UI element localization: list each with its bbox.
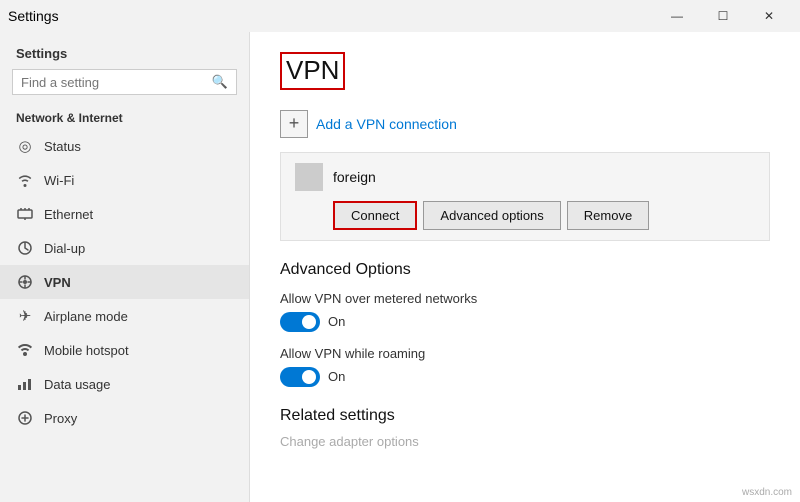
toggle-roaming[interactable] [280, 367, 320, 387]
toggle-row-roaming: On [280, 367, 770, 387]
sidebar-item-proxy[interactable]: Proxy [0, 401, 249, 435]
title-bar-title: Settings [8, 8, 59, 24]
sidebar-item-label-dialup: Dial-up [44, 241, 85, 256]
advanced-options-button[interactable]: Advanced options [423, 201, 560, 230]
vpn-card-buttons: Connect Advanced options Remove [333, 201, 755, 230]
sidebar-item-ethernet[interactable]: Ethernet [0, 197, 249, 231]
sidebar-item-label-hotspot: Mobile hotspot [44, 343, 129, 358]
sidebar-item-hotspot[interactable]: Mobile hotspot [0, 333, 249, 367]
remove-button[interactable]: Remove [567, 201, 649, 230]
toggle-roaming-label: On [328, 369, 345, 384]
connect-button[interactable]: Connect [333, 201, 417, 230]
sidebar-item-airplane[interactable]: ✈ Airplane mode [0, 299, 249, 333]
app-body: Settings 🔍 Network & Internet ◎ Status W… [0, 32, 800, 502]
sidebar-item-label-wifi: Wi-Fi [44, 173, 74, 188]
search-icon: 🔍 [212, 74, 228, 90]
title-bar-left: Settings [8, 8, 59, 24]
minimize-button[interactable]: — [654, 0, 700, 32]
option-roaming-label: Allow VPN while roaming [280, 346, 770, 361]
sidebar-item-datausage[interactable]: Data usage [0, 367, 249, 401]
sidebar-section-label: Network & Internet [0, 105, 249, 129]
title-bar: Settings — ☐ ✕ [0, 0, 800, 32]
sidebar-item-label-ethernet: Ethernet [44, 207, 93, 222]
add-vpn-row[interactable]: + Add a VPN connection [280, 110, 770, 138]
airplane-icon: ✈ [16, 307, 34, 325]
vpn-card-icon [295, 163, 323, 191]
change-adapter-link[interactable]: Change adapter options [280, 434, 419, 449]
add-vpn-label[interactable]: Add a VPN connection [316, 116, 457, 132]
main-content: VPN + Add a VPN connection foreign Conne… [250, 32, 800, 502]
ethernet-icon [16, 205, 34, 223]
sidebar-item-label-airplane: Airplane mode [44, 309, 128, 324]
vpn-icon [16, 273, 34, 291]
search-box[interactable]: 🔍 [12, 69, 237, 95]
sidebar-header: Settings [0, 32, 249, 69]
title-bar-controls: — ☐ ✕ [654, 0, 792, 32]
sidebar-item-label-vpn: VPN [44, 275, 71, 290]
hotspot-icon [16, 341, 34, 359]
vpn-card-name: foreign [333, 169, 376, 185]
sidebar-item-label-status: Status [44, 139, 81, 154]
close-button[interactable]: ✕ [746, 0, 792, 32]
search-input[interactable] [21, 75, 212, 90]
sidebar-item-status[interactable]: ◎ Status [0, 129, 249, 163]
maximize-button[interactable]: ☐ [700, 0, 746, 32]
sidebar-item-label-datausage: Data usage [44, 377, 111, 392]
status-icon: ◎ [16, 137, 34, 155]
watermark: wsxdn.com [742, 487, 792, 498]
add-vpn-icon-btn[interactable]: + [280, 110, 308, 138]
sidebar-item-wifi[interactable]: Wi-Fi [0, 163, 249, 197]
option-metered-label: Allow VPN over metered networks [280, 291, 770, 306]
sidebar-item-vpn[interactable]: VPN [0, 265, 249, 299]
proxy-icon [16, 409, 34, 427]
settings-window: Settings — ☐ ✕ Settings 🔍 Network & Inte… [0, 0, 800, 502]
toggle-metered[interactable] [280, 312, 320, 332]
dialup-icon [16, 239, 34, 257]
sidebar: Settings 🔍 Network & Internet ◎ Status W… [0, 32, 250, 502]
vpn-card: foreign Connect Advanced options Remove [280, 152, 770, 241]
sidebar-item-dialup[interactable]: Dial-up [0, 231, 249, 265]
option-row-metered: Allow VPN over metered networks On [280, 291, 770, 332]
vpn-card-name-row: foreign [295, 163, 755, 191]
toggle-metered-label: On [328, 314, 345, 329]
toggle-row-metered: On [280, 312, 770, 332]
datausage-icon [16, 375, 34, 393]
page-title: VPN [280, 52, 345, 90]
option-row-roaming: Allow VPN while roaming On [280, 346, 770, 387]
related-settings-title: Related settings [280, 407, 770, 425]
wifi-icon [16, 171, 34, 189]
advanced-options-title: Advanced Options [280, 261, 770, 279]
sidebar-item-label-proxy: Proxy [44, 411, 77, 426]
